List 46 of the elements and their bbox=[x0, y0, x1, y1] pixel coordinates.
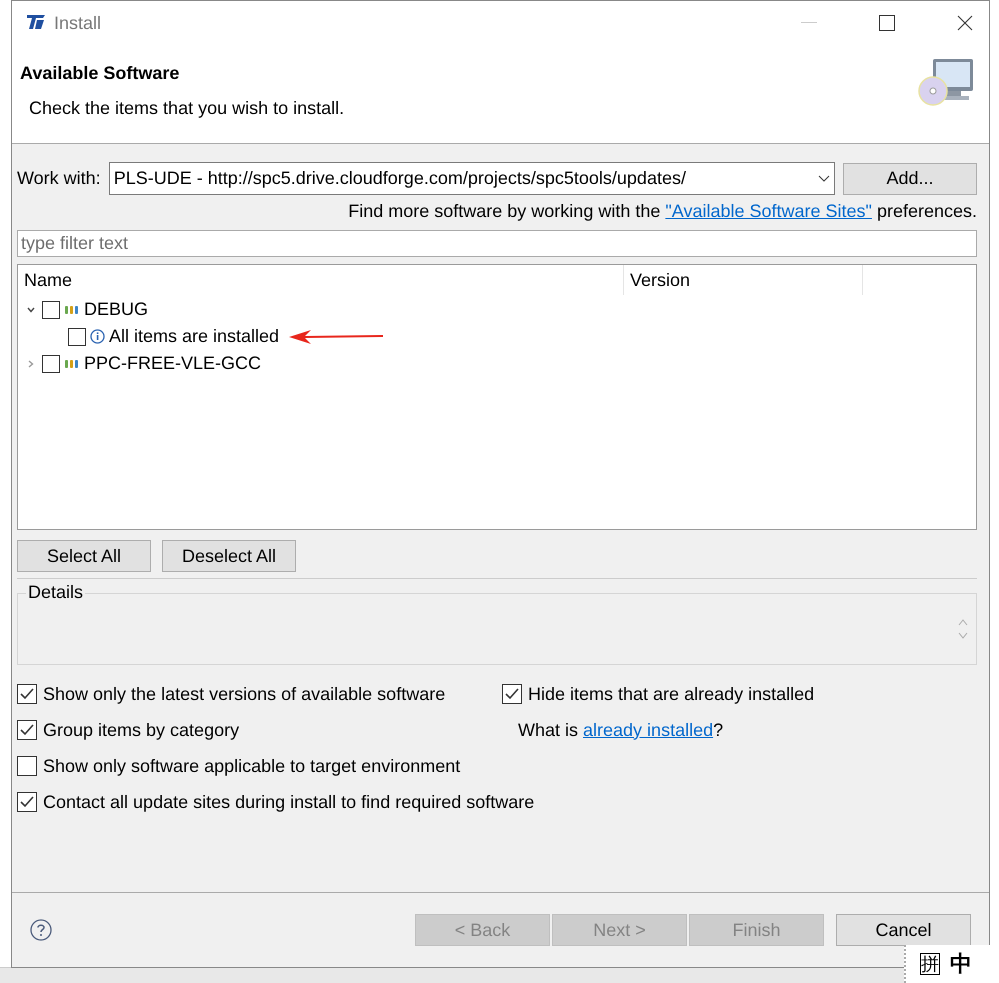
close-icon[interactable] bbox=[957, 15, 973, 31]
column-header[interactable]: Name bbox=[18, 265, 624, 295]
checkmark-icon bbox=[505, 688, 519, 700]
tree-item[interactable]: All items are installed bbox=[109, 326, 280, 347]
checkmark-icon bbox=[20, 724, 34, 736]
option-label: Hide items that are already installed bbox=[528, 684, 814, 704]
tree-checkbox[interactable] bbox=[68, 328, 86, 346]
help-icon[interactable] bbox=[30, 919, 52, 941]
caret-icon bbox=[818, 174, 830, 182]
option-label: Show only the latest versions of available software bbox=[43, 684, 446, 704]
tree-checkbox[interactable] bbox=[42, 300, 60, 318]
ime-indicator[interactable]: 中 bbox=[950, 949, 972, 979]
selection-button[interactable]: Deselect All bbox=[162, 540, 296, 572]
maximize-icon[interactable] bbox=[879, 15, 895, 31]
checkmark-icon bbox=[20, 796, 34, 808]
page-title: Available Software bbox=[20, 63, 180, 84]
tree-checkbox[interactable] bbox=[42, 354, 60, 372]
what-is-installed-text: What is already installed? bbox=[518, 720, 724, 740]
option-label: Show only software applicable to target environment bbox=[43, 756, 460, 776]
tree-item[interactable]: DEBUG bbox=[84, 299, 148, 320]
tree-item[interactable]: PPC-FREE-VLE-GCC bbox=[84, 353, 262, 374]
spinner-icon bbox=[958, 618, 968, 640]
window-title: Install bbox=[54, 12, 102, 34]
option-checkbox[interactable] bbox=[17, 792, 37, 812]
option-label: Contact all update sites during install to find required software bbox=[43, 792, 534, 812]
category-icon bbox=[64, 358, 80, 368]
work-with-label: Work with: bbox=[17, 168, 101, 189]
add-button[interactable]: Add... bbox=[843, 162, 977, 194]
option-checkbox[interactable] bbox=[502, 684, 522, 704]
option-checkbox[interactable] bbox=[17, 684, 37, 704]
info-icon bbox=[90, 329, 105, 344]
ime-indicator[interactable]: 拼 bbox=[920, 953, 940, 975]
option-label: Group items by category bbox=[43, 720, 240, 740]
option-checkbox[interactable] bbox=[17, 756, 37, 776]
page-description: Check the items that you wish to install. bbox=[28, 98, 344, 119]
already-installed-link[interactable]: already installed bbox=[583, 720, 714, 740]
selection-button[interactable]: Select All bbox=[17, 540, 151, 572]
column-header[interactable]: Version bbox=[624, 265, 863, 295]
software-sites-link[interactable]: "Available Software Sites" bbox=[665, 201, 872, 221]
checkmark-icon bbox=[20, 688, 34, 700]
wizard-button[interactable]: Cancel bbox=[836, 914, 971, 946]
category-icon bbox=[64, 304, 80, 314]
more-software-text: Find more software by working with the "Available Software Sites" preferences. bbox=[347, 201, 977, 222]
option-checkbox[interactable] bbox=[17, 720, 37, 740]
work-with-dropdown[interactable]: PLS-UDE - http://spc5.drive.cloudforge.com/projects/spc5tools/updates/ bbox=[108, 162, 835, 195]
filter-field[interactable]: type filter text bbox=[17, 230, 977, 257]
